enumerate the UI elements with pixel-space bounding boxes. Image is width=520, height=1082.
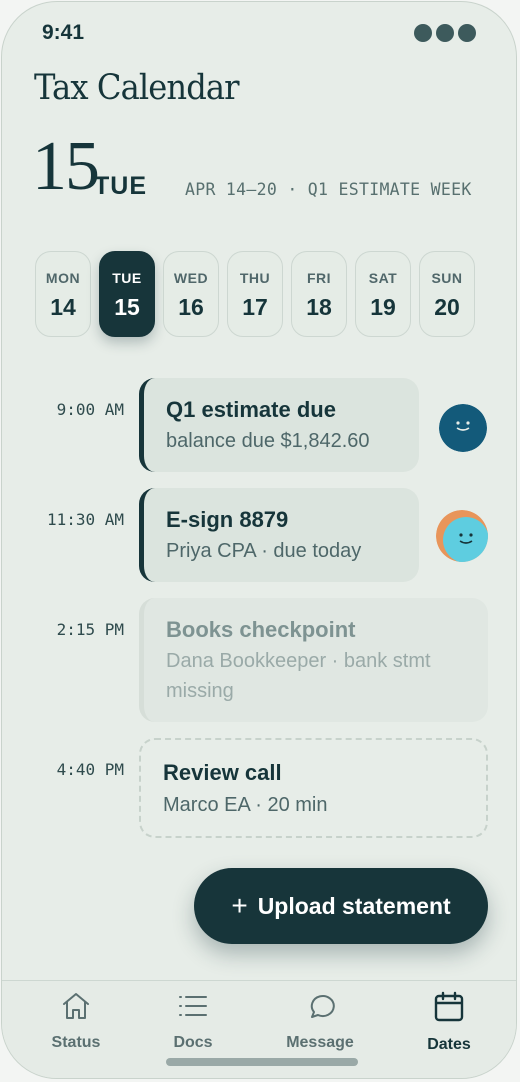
tab-docs[interactable]: Docs	[138, 991, 248, 1052]
day-chip-weekday: SUN	[431, 270, 463, 286]
status-time: 9:41	[42, 21, 85, 44]
page-title: Tax Calendar	[34, 68, 240, 108]
day-chip-fri[interactable]: FRI 18	[291, 251, 347, 337]
day-chip-weekday: SAT	[368, 270, 398, 286]
event-subtitle: balance due $1,842.60	[166, 430, 370, 452]
navy-smiley-avatar[interactable]	[439, 404, 487, 452]
cyan-orange-smiley-avatar[interactable]	[436, 510, 488, 562]
day-chip-sat[interactable]: SAT 19	[355, 251, 411, 337]
home-icon	[60, 991, 92, 1026]
tab-status[interactable]: Status	[21, 991, 131, 1052]
event-time: 2:15 PM	[56, 620, 124, 639]
tab-label: Status	[51, 1034, 101, 1051]
status-indicator-icon	[414, 24, 476, 42]
day-chip-weekday: TUE	[112, 270, 142, 286]
tab-label: Docs	[173, 1034, 213, 1051]
day-chip-date: 18	[306, 294, 332, 320]
event-card-review-call[interactable]: Review call Marco EA · 20 min	[139, 738, 488, 838]
day-chip-weekday: WED	[173, 270, 209, 286]
home-indicator[interactable]	[166, 1058, 358, 1066]
status-dot	[458, 24, 476, 42]
status-bar: 9:41	[2, 2, 516, 62]
event-subtitle: Dana Bookkeeper · bank stmt	[166, 650, 431, 672]
day-chip-thu[interactable]: THU 17	[227, 251, 283, 337]
event-subtitle: Priya CPA · due today	[166, 540, 362, 562]
chat-bubble-icon	[304, 991, 336, 1026]
event-card-q1-estimate[interactable]: Q1 estimate due balance due $1,842.60	[139, 378, 419, 472]
day-chip-tue-selected[interactable]: TUE 15	[99, 251, 155, 337]
event-subtitle: Marco EA · 20 min	[163, 794, 328, 816]
day-chip-date: 17	[242, 294, 268, 320]
list-icon	[177, 991, 209, 1026]
event-subtitle-continued: missing	[166, 680, 234, 702]
day-chip-weekday: FRI	[306, 270, 332, 286]
day-chip-sun[interactable]: SUN 20	[419, 251, 475, 337]
event-title: Q1 estimate due	[166, 397, 336, 422]
day-chip-mon[interactable]: MON 14	[35, 251, 91, 337]
event-card-esign[interactable]: E-sign 8879 Priya CPA · due today	[139, 488, 419, 582]
day-chip-date: 16	[178, 294, 204, 320]
day-chip-date: 19	[370, 294, 396, 320]
selected-day-name: TUE	[94, 172, 147, 200]
day-chip-date: 20	[434, 294, 460, 320]
upload-button-label: Upload statement	[257, 892, 451, 919]
event-card-books-checkpoint[interactable]: Books checkpoint Dana Bookkeeper · bank …	[139, 598, 488, 722]
event-title: Review call	[163, 760, 282, 785]
day-chip-weekday: THU	[239, 270, 271, 286]
upload-statement-button[interactable]: + Upload statement	[194, 868, 488, 944]
calendar-icon	[433, 991, 465, 1028]
day-chip-date: 15	[114, 294, 140, 320]
event-title: Books checkpoint	[166, 617, 356, 642]
day-chip-wed[interactable]: WED 16	[163, 251, 219, 337]
tab-label: Message	[286, 1034, 354, 1051]
day-chip-weekday: MON	[45, 270, 81, 286]
tab-label: Dates	[427, 1036, 471, 1053]
plus-icon: +	[231, 890, 248, 921]
phone-frame: 9:41 Tax Calendar 15 TUE APR 14–20 · Q1 …	[1, 1, 517, 1079]
event-time: 11:30 AM	[46, 510, 124, 529]
tab-message[interactable]: Message	[265, 991, 375, 1052]
week-day-picker: MON 14 TUE 15 WED 16 THU 17 FRI 18 SAT 1…	[35, 251, 475, 337]
week-range-label: APR 14–20 · Q1 ESTIMATE WEEK	[185, 180, 472, 199]
event-title: E-sign 8879	[166, 507, 289, 532]
day-chip-date: 14	[50, 294, 76, 320]
tab-dates[interactable]: Dates	[394, 991, 504, 1054]
event-time: 9:00 AM	[56, 400, 124, 419]
event-time: 4:40 PM	[56, 760, 124, 779]
selected-day-number: 15	[32, 128, 100, 205]
status-dot	[414, 24, 432, 42]
status-dot	[436, 24, 454, 42]
